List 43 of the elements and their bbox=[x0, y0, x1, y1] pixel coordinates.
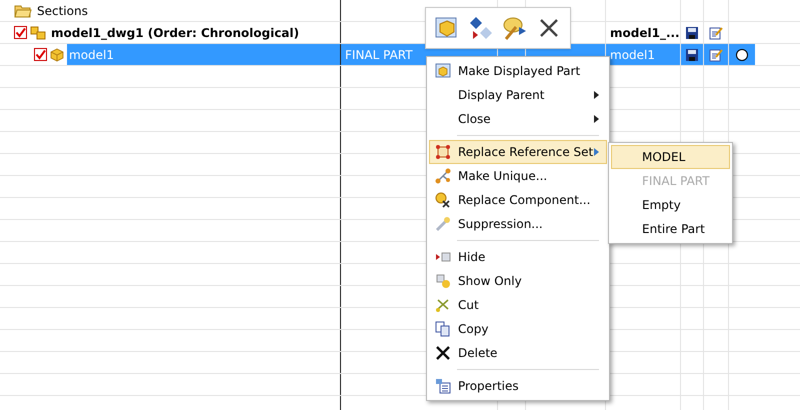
properties-icon bbox=[435, 378, 451, 394]
menu-item[interactable]: Make Unique... bbox=[429, 164, 607, 188]
menu-item[interactable]: Close bbox=[429, 107, 607, 131]
submenu-arrow-icon bbox=[594, 148, 600, 156]
menu-item[interactable]: Delete bbox=[429, 341, 607, 365]
menu-item[interactable]: Display Parent bbox=[429, 83, 607, 107]
menu-item[interactable]: MODEL bbox=[611, 145, 730, 169]
palette-icon[interactable] bbox=[502, 15, 528, 41]
reference-set-text: FINAL PART bbox=[345, 46, 413, 64]
component-name-text: model1 bbox=[610, 46, 655, 64]
menu-item[interactable]: Cut bbox=[429, 293, 607, 317]
copy-icon bbox=[435, 321, 451, 337]
tree-item-label[interactable]: Sections bbox=[35, 0, 340, 21]
frame-nodes-icon bbox=[435, 144, 451, 160]
checkbox[interactable] bbox=[34, 48, 47, 61]
component-name-text: model1_... bbox=[610, 24, 680, 42]
menu-item[interactable]: Replace Reference Set bbox=[429, 140, 607, 164]
menu-item[interactable]: Show Only bbox=[429, 269, 607, 293]
tree-item-label[interactable]: model1_dwg1 (Order: Chronological) bbox=[49, 22, 340, 43]
folder-icon bbox=[14, 4, 32, 18]
cubes-icon bbox=[30, 26, 46, 40]
menu-item[interactable]: Make Displayed Part bbox=[429, 59, 607, 83]
close-icon bbox=[435, 345, 451, 361]
wand-icon bbox=[435, 216, 451, 232]
checkbox[interactable] bbox=[14, 26, 27, 39]
cubes-icon bbox=[435, 273, 451, 289]
scissors-icon bbox=[435, 297, 451, 313]
menu-item[interactable]: Copy bbox=[429, 317, 607, 341]
menu-item[interactable]: Suppression... bbox=[429, 212, 607, 236]
edit-form-icon[interactable] bbox=[709, 26, 723, 40]
menu-item[interactable]: Empty bbox=[611, 193, 730, 217]
menu-item[interactable]: Properties bbox=[429, 374, 607, 398]
cube-cross-icon bbox=[435, 192, 451, 208]
branch-nodes-icon bbox=[435, 168, 451, 184]
menu-item[interactable]: Replace Component... bbox=[429, 188, 607, 212]
menu-item[interactable]: Entire Part bbox=[611, 217, 730, 241]
submenu-arrow-icon bbox=[594, 115, 600, 123]
diamond-shapes-icon[interactable] bbox=[468, 15, 494, 41]
menu-item[interactable]: Hide bbox=[429, 245, 607, 269]
edit-form-icon[interactable] bbox=[709, 48, 723, 62]
cube-icon bbox=[50, 48, 64, 62]
cube-window-icon bbox=[435, 63, 451, 79]
submenu-arrow-icon bbox=[594, 91, 600, 99]
